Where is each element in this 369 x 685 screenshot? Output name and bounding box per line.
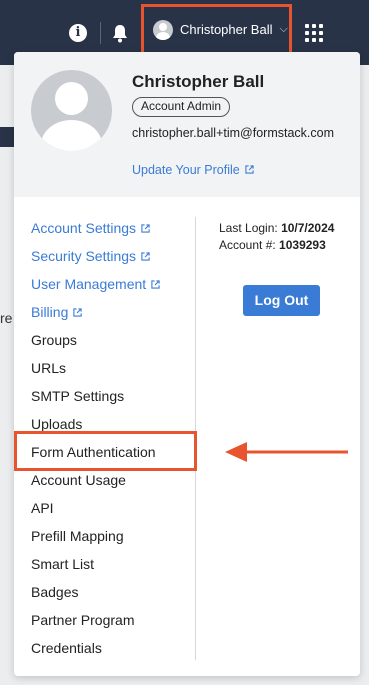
user-dropdown-panel: Christopher Ball Account Admin christoph… — [14, 52, 360, 676]
menu-item-partner-program[interactable]: Partner Program — [31, 610, 160, 638]
menu-item-label: Prefill Mapping — [31, 528, 124, 544]
profile-avatar — [31, 70, 112, 151]
menu-item-label: Credentials — [31, 640, 102, 656]
background-text: re — [0, 310, 13, 326]
last-login: Last Login: 10/7/2024 — [219, 221, 335, 235]
menu-item-label: API — [31, 500, 54, 516]
menu-item-billing[interactable]: Billing — [31, 302, 160, 330]
user-menu-button[interactable]: Christopher Ball ⌵ — [141, 4, 292, 55]
menu-item-label: Uploads — [31, 416, 83, 432]
update-profile-link[interactable]: Update Your Profile — [132, 163, 254, 177]
menu-item-label: Smart List — [31, 556, 95, 572]
menu-item-groups[interactable]: Groups — [31, 330, 160, 358]
role-badge: Account Admin — [132, 97, 231, 117]
menu-item-label: Billing — [31, 304, 69, 320]
menu-item-label: Partner Program — [31, 612, 135, 628]
menu-item-urls[interactable]: URLs — [31, 358, 160, 386]
avatar — [153, 19, 173, 40]
toolbar-divider — [100, 22, 101, 44]
menu-item-label: SMTP Settings — [31, 388, 125, 404]
menu-item-label: Account Usage — [31, 472, 126, 488]
info-icon[interactable]: i — [69, 24, 87, 42]
arrow-annotation-icon — [225, 442, 348, 462]
menu-item-label: Groups — [31, 332, 77, 348]
menu-item-label: Account Settings — [31, 220, 137, 236]
external-link-icon — [245, 165, 254, 174]
menu-item-user-management[interactable]: User Management — [31, 274, 160, 302]
chevron-down-icon: ⌵ — [279, 23, 288, 35]
app-grid-icon[interactable] — [305, 24, 323, 42]
user-menu-label: Christopher Ball — [180, 22, 273, 37]
external-link-icon — [73, 308, 82, 317]
form-authentication-highlight — [14, 431, 197, 471]
menu-item-smart-list[interactable]: Smart List — [31, 554, 160, 582]
account-info: Last Login: 10/7/2024 Account #: 1039293 — [219, 220, 334, 254]
menu-item-smtp-settings[interactable]: SMTP Settings — [31, 386, 160, 414]
menu-item-label: Security Settings — [31, 248, 137, 264]
menu-item-label: Badges — [31, 584, 79, 600]
menu-item-security-settings[interactable]: Security Settings — [31, 246, 160, 274]
profile-header: Christopher Ball Account Admin christoph… — [14, 52, 360, 197]
menu-item-badges[interactable]: Badges — [31, 582, 160, 610]
menu-item-prefill-mapping[interactable]: Prefill Mapping — [31, 526, 160, 554]
profile-name: Christopher Ball — [132, 72, 265, 91]
menu-item-label: User Management — [31, 276, 147, 292]
menu-item-api[interactable]: API — [31, 498, 160, 526]
bell-icon[interactable] — [111, 23, 129, 43]
external-link-icon — [151, 280, 160, 289]
external-link-icon — [141, 252, 150, 261]
menu-item-credentials[interactable]: Credentials — [31, 638, 160, 666]
account-number: Account #: 1039293 — [219, 238, 326, 252]
update-profile-label: Update Your Profile — [132, 163, 240, 177]
external-link-icon — [141, 224, 150, 233]
menu-item-account-settings[interactable]: Account Settings — [31, 218, 160, 246]
background-bar — [0, 127, 14, 147]
logout-button[interactable]: Log Out — [243, 285, 320, 316]
menu-item-account-usage[interactable]: Account Usage — [31, 470, 160, 498]
profile-email: christopher.ball+tim@formstack.com — [132, 126, 334, 140]
menu-item-label: URLs — [31, 360, 67, 376]
